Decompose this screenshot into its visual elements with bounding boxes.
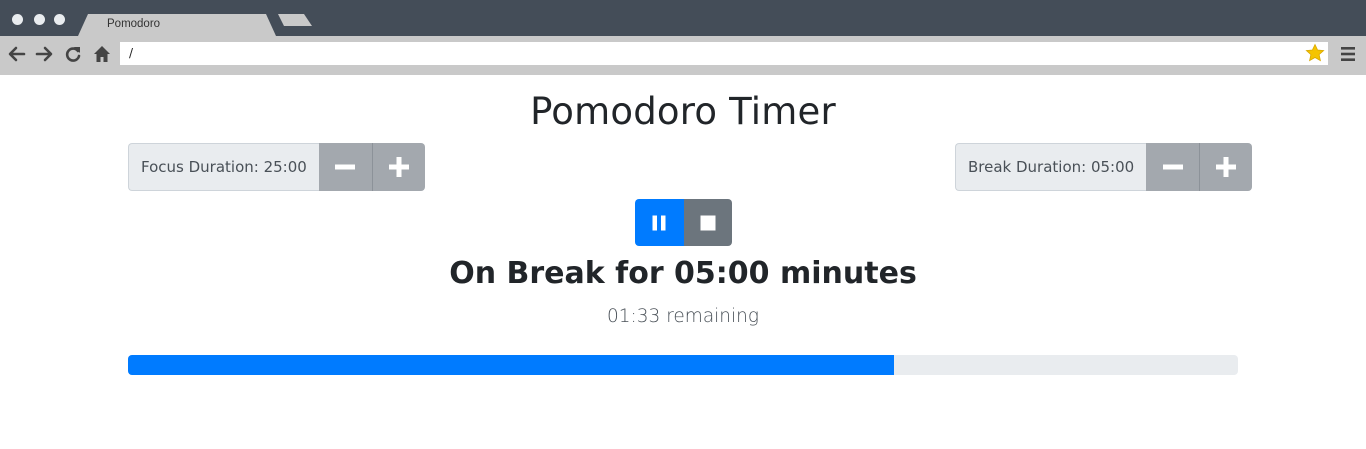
- address-bar[interactable]: /: [120, 42, 1328, 65]
- progress-bar-fill: [128, 355, 894, 375]
- arrow-left-icon[interactable]: [7, 44, 27, 64]
- minus-icon: [335, 164, 356, 170]
- progress-track: [128, 355, 1238, 375]
- arrow-right-icon[interactable]: [34, 44, 54, 64]
- star-icon[interactable]: [1305, 43, 1325, 63]
- minus-icon: [1162, 164, 1183, 170]
- page-title: Pomodoro Timer: [530, 90, 836, 133]
- window-close-dot[interactable]: [12, 14, 23, 25]
- plus-icon: [1216, 157, 1237, 177]
- time-remaining: 01:33 remaining: [607, 306, 759, 327]
- focus-increase-button[interactable]: [371, 143, 425, 191]
- browser-tab[interactable]: Pomodoro: [78, 14, 276, 36]
- url-text: /: [129, 46, 134, 60]
- browser-titlebar: Pomodoro: [0, 0, 1366, 36]
- window-minimize-dot[interactable]: [34, 14, 45, 25]
- stop-button[interactable]: [683, 199, 732, 246]
- pause-button[interactable]: [635, 199, 684, 246]
- focus-decrease-button[interactable]: [318, 143, 372, 191]
- hamburger-menu-icon[interactable]: [1340, 45, 1356, 63]
- break-duration-group: Break Duration: 05:00: [955, 143, 1253, 191]
- focus-duration-group: Focus Duration: 25:00: [128, 143, 425, 191]
- timer-controls: [635, 199, 732, 246]
- home-icon[interactable]: [92, 44, 112, 64]
- break-increase-button[interactable]: [1199, 143, 1253, 191]
- focus-duration-label: Focus Duration: 25:00: [128, 143, 319, 191]
- browser-toolbar: /: [0, 36, 1366, 75]
- break-duration-label: Break Duration: 05:00: [955, 143, 1147, 191]
- tab-title: Pomodoro: [107, 18, 161, 30]
- stop-icon: [700, 215, 716, 230]
- plus-icon: [388, 157, 409, 177]
- window-maximize-dot[interactable]: [54, 14, 65, 25]
- pause-icon: [652, 215, 666, 230]
- new-tab-button[interactable]: [278, 14, 312, 28]
- reload-icon[interactable]: [63, 44, 83, 64]
- timer-status: On Break for 05:00 minutes: [449, 256, 917, 291]
- break-decrease-button[interactable]: [1146, 143, 1200, 191]
